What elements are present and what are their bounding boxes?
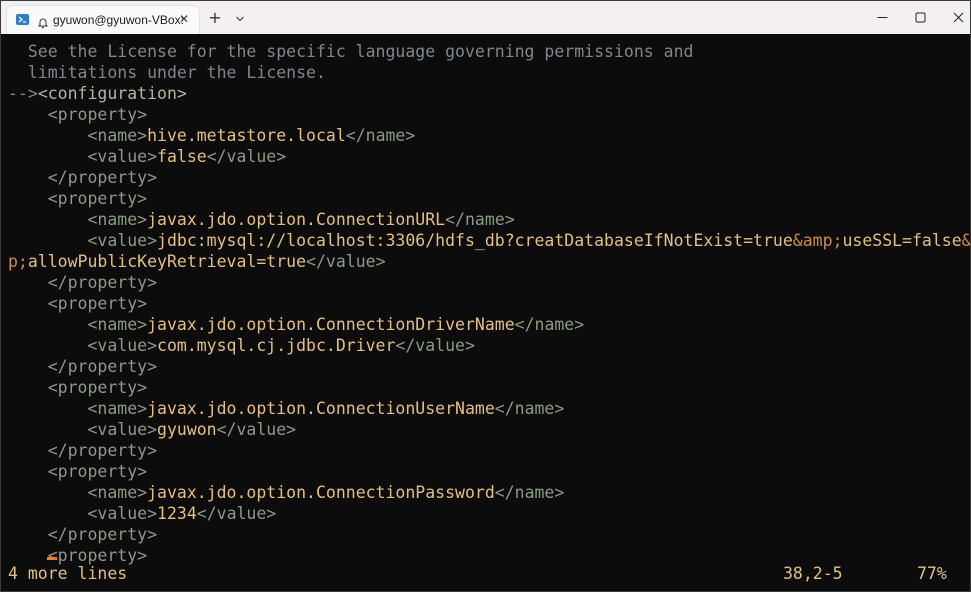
tab-title: gyuwon@gyuwon-VBox:: [53, 13, 184, 27]
code-line: <name>javax.jdo.option.ConnectionPasswor…: [8, 483, 565, 502]
close-icon: [953, 12, 964, 23]
bell-icon: [37, 14, 49, 28]
terminal-tab[interactable]: gyuwon@gyuwon-VBox: ✕: [7, 6, 199, 34]
code-line: <value>com.mysql.cj.jdbc.Driver</value>: [8, 336, 475, 355]
code-line: <name>hive.metastore.local</name>: [8, 126, 416, 145]
code-line: --><configuration>: [8, 84, 187, 103]
plus-icon[interactable]: +: [207, 10, 223, 26]
cursor-position: 38,2-5: [783, 564, 843, 583]
maximize-icon: [915, 12, 926, 23]
code-line: <property>: [8, 105, 148, 124]
minimize-icon: [877, 17, 888, 18]
code-line: <name>javax.jdo.option.ConnectionURL</na…: [8, 210, 515, 229]
title-bar: gyuwon@gyuwon-VBox: ✕ +: [1, 1, 970, 34]
code-line: p;allowPublicKeyRetrieval=true</value>: [8, 252, 386, 271]
close-icon[interactable]: ✕: [177, 12, 191, 26]
code-line: limitations under the License.: [8, 63, 326, 82]
code-line: <value>gyuwon</value>: [8, 420, 297, 439]
chevron-down-icon[interactable]: [233, 11, 247, 25]
code-line: <property>: [8, 462, 148, 481]
code-line: </property>: [8, 525, 158, 544]
code-line: <value>false</value>: [8, 147, 287, 166]
code-line: </property>: [8, 273, 158, 292]
code-line: See the License for the specific languag…: [8, 42, 694, 61]
status-message: 4 more lines: [8, 564, 128, 583]
code-line: </property>: [8, 168, 158, 187]
code-line: </property>: [8, 357, 158, 376]
code-line: <name>javax.jdo.option.ConnectionDriverN…: [8, 315, 585, 334]
scroll-percent: 77%: [917, 564, 947, 583]
code-line: <value>1234</value>: [8, 504, 277, 523]
terminal-content[interactable]: See the License for the specific languag…: [1, 34, 970, 591]
code-line: </property>: [8, 441, 158, 460]
code-line: <value>jdbc:mysql://localhost:3306/hdfs_…: [8, 231, 971, 250]
terminal-window: gyuwon@gyuwon-VBox: ✕ + See the License …: [0, 0, 971, 592]
code-line: <property>: [8, 294, 148, 313]
code-line: <property>: [8, 378, 148, 397]
code-line: <name>javax.jdo.option.ConnectionUserNam…: [8, 399, 565, 418]
close-window-button[interactable]: [935, 1, 970, 34]
text-cursor: [47, 557, 57, 560]
code-line: <property>: [8, 189, 148, 208]
powershell-icon: [16, 14, 29, 25]
